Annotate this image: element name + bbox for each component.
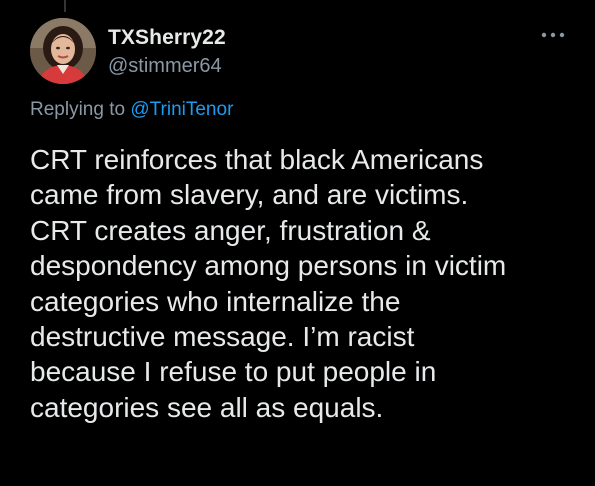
more-horizontal-icon	[541, 32, 565, 38]
profile-photo-icon	[30, 18, 96, 84]
display-name[interactable]: TXSherry22	[108, 26, 226, 50]
replying-to-label: Replying to	[30, 99, 126, 120]
more-options-button[interactable]	[538, 26, 568, 44]
thread-connector-line	[64, 0, 66, 12]
user-handle[interactable]: @stimmer64	[108, 54, 226, 78]
replying-to-line: Replying to @TriniTenor	[30, 97, 233, 123]
author-info: TXSherry22 @stimmer64	[108, 26, 226, 78]
avatar[interactable]	[30, 18, 96, 84]
replying-to-mention-link[interactable]: @TriniTenor	[130, 99, 233, 120]
tweet-text: CRT reinforces that black Americans came…	[30, 144, 507, 423]
